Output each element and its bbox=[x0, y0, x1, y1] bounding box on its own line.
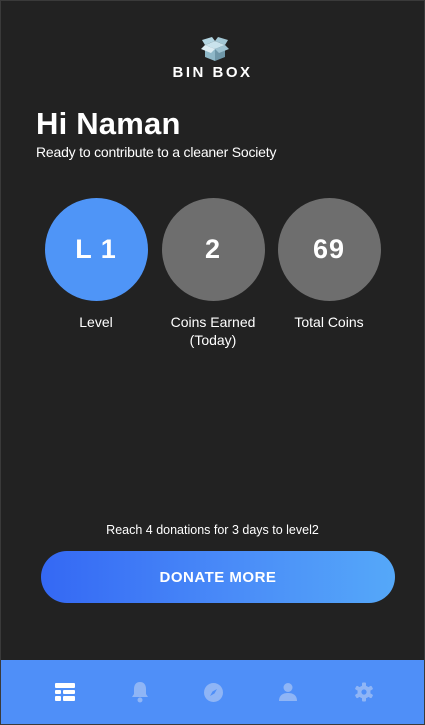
greeting-subtitle: Ready to contribute to a cleaner Society bbox=[36, 144, 277, 160]
profile-icon bbox=[279, 683, 297, 701]
nav-settings[interactable] bbox=[352, 680, 376, 704]
coins-today-circle: 2 bbox=[161, 198, 265, 301]
total-coins-circle: 69 bbox=[277, 198, 381, 301]
bell-icon bbox=[132, 682, 148, 703]
stat-total-coins: 69 Total Coins bbox=[277, 198, 381, 331]
gear-icon bbox=[355, 682, 373, 702]
greeting-title: Hi Naman bbox=[36, 106, 181, 141]
nav-dashboard[interactable] bbox=[53, 680, 77, 704]
total-coins-label: Total Coins bbox=[294, 314, 364, 330]
bottom-navbar bbox=[1, 660, 424, 724]
stat-level: L 1 Level bbox=[44, 198, 148, 331]
compass-icon bbox=[203, 682, 223, 702]
stat-coins-today: 2 Coins Earned (Today) bbox=[161, 198, 265, 349]
nav-profile[interactable] bbox=[276, 680, 300, 704]
level-progress-hint: Reach 4 donations for 3 days to level2 bbox=[106, 523, 319, 537]
box-logo-icon bbox=[201, 36, 229, 62]
nav-notifications[interactable] bbox=[128, 680, 152, 704]
brand-name: BIN BOX bbox=[172, 64, 253, 81]
nav-explore[interactable] bbox=[201, 680, 225, 704]
dashboard-icon bbox=[55, 683, 75, 701]
level-circle: L 1 bbox=[44, 198, 148, 301]
donate-more-button[interactable]: DONATE MORE bbox=[41, 551, 395, 603]
